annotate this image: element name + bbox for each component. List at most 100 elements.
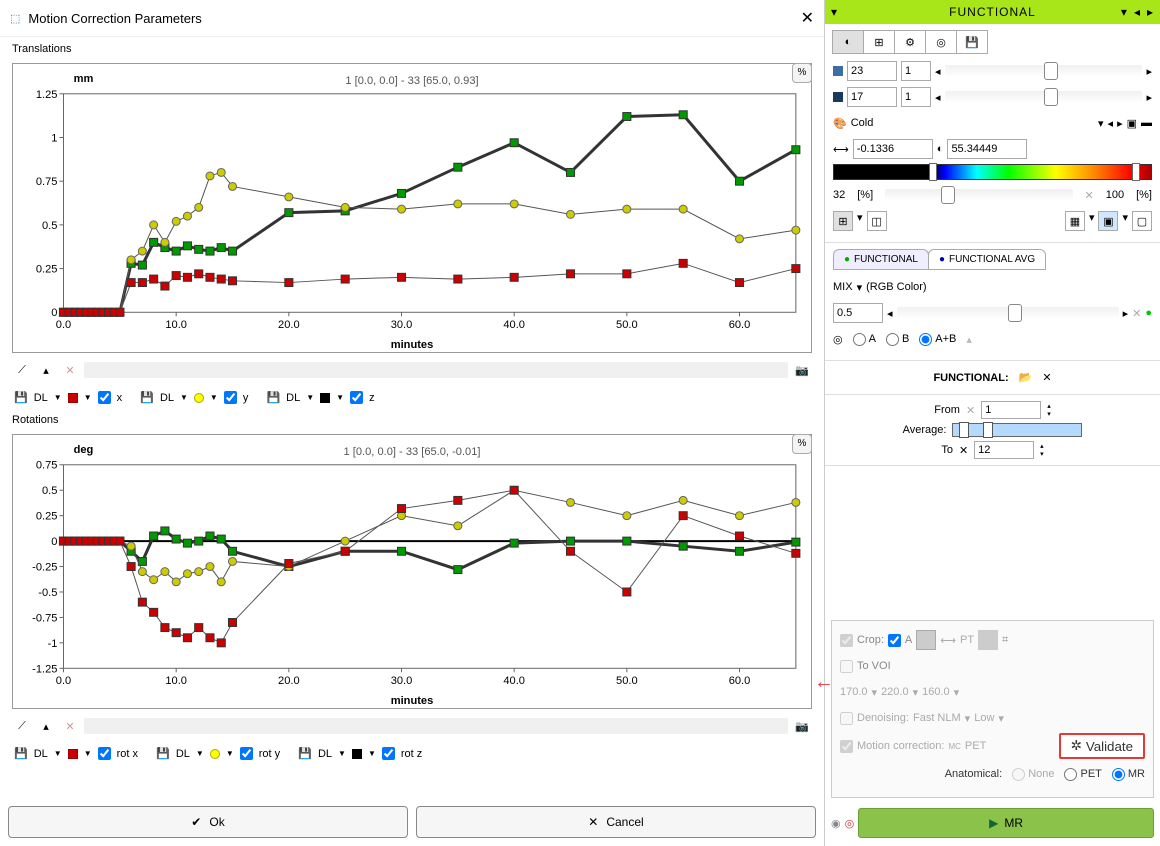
val1-input[interactable] <box>847 61 897 81</box>
remove-icon[interactable]: ✕ <box>60 716 80 736</box>
x-icon[interactable]: ✕ <box>1132 307 1141 320</box>
dropdown-icon[interactable]: ▼ <box>210 393 218 402</box>
y-checkbox[interactable] <box>224 391 237 404</box>
up-icon[interactable]: ▴ <box>36 716 56 736</box>
mix-slider[interactable] <box>897 307 1119 319</box>
prev-icon[interactable]: ◂ <box>1134 5 1141 19</box>
dropdown-icon[interactable]: ▼ <box>54 393 62 402</box>
camera-icon[interactable]: 📷 <box>792 716 812 736</box>
camera-icon[interactable]: 📷 <box>792 360 812 380</box>
down-icon[interactable]: ▾ <box>1098 117 1104 130</box>
radio-none[interactable]: None <box>1012 768 1054 781</box>
remove-icon[interactable]: ✕ <box>60 360 80 380</box>
folder-icon[interactable]: 📂 <box>1019 371 1033 384</box>
radio-pet[interactable]: PET <box>1064 768 1101 781</box>
prev-icon[interactable]: ◂ <box>935 91 941 104</box>
cancel-button[interactable]: ✕Cancel <box>416 806 816 838</box>
dropdown-icon[interactable]: ▼ <box>338 749 346 758</box>
dropdown-icon[interactable]: ▼ <box>368 749 376 758</box>
up-icon[interactable]: ▴ <box>1040 442 1044 450</box>
x-icon[interactable]: ✕ <box>1085 189 1094 202</box>
tab-grid-icon[interactable]: ⊞ <box>863 30 895 54</box>
next-icon[interactable]: ▸ <box>1146 65 1152 78</box>
mr-button[interactable]: ▶ MR <box>858 808 1154 838</box>
down-icon[interactable]: ▾ <box>998 712 1004 725</box>
radio-b[interactable]: B <box>886 333 909 346</box>
prev-icon[interactable]: ◂ <box>1108 117 1114 130</box>
a-checkbox[interactable] <box>888 634 901 647</box>
dropdown-icon[interactable]: ▼ <box>306 393 314 402</box>
val2b-input[interactable] <box>901 87 931 107</box>
next-icon[interactable]: ▸ <box>1146 91 1152 104</box>
slider-2[interactable] <box>945 91 1143 103</box>
close-icon[interactable]: ✕ <box>1042 371 1051 384</box>
down-icon[interactable]: ▾ <box>857 211 863 231</box>
roty-checkbox[interactable] <box>240 747 253 760</box>
validate-button[interactable]: ✲Validate <box>1059 733 1145 759</box>
down-icon[interactable]: ▾ <box>872 686 878 699</box>
dropdown-icon[interactable]: ▼ <box>226 749 234 758</box>
dropdown-icon[interactable]: ▼ <box>196 749 204 758</box>
dropdown-icon[interactable]: ▼ <box>336 393 344 402</box>
radio-a[interactable]: A <box>853 333 876 346</box>
box2-icon[interactable] <box>978 630 998 650</box>
translations-chart[interactable]: 00.250.50.7511.250.010.020.030.040.050.0… <box>12 63 812 353</box>
next-icon[interactable]: ▸ <box>1147 5 1154 19</box>
box-icon[interactable] <box>916 630 936 650</box>
save-icon[interactable]: 💾 <box>298 747 312 760</box>
line-tool-icon[interactable]: ⟋ <box>12 716 32 736</box>
mix-input[interactable] <box>833 303 883 323</box>
next-icon[interactable]: ▸ <box>1123 307 1129 320</box>
pct-button-1[interactable]: % <box>792 63 812 83</box>
down-icon[interactable]: ▾ <box>1089 211 1095 231</box>
close-icon[interactable]: ✕ <box>801 8 814 28</box>
radio-mr[interactable]: MR <box>1112 768 1145 781</box>
line-tool-icon[interactable]: ⟋ <box>12 360 32 380</box>
down-icon[interactable]: ▾ <box>913 686 919 699</box>
dropdown-icon[interactable]: ▼ <box>54 749 62 758</box>
link-icon[interactable]: ⟷ <box>940 634 956 647</box>
val1b-input[interactable] <box>901 61 931 81</box>
to-input[interactable] <box>974 441 1034 459</box>
down-icon[interactable]: ▾ <box>1122 211 1128 231</box>
tab-functional-avg[interactable]: ●FUNCTIONAL AVG <box>928 249 1046 270</box>
square-icon[interactable]: ▣ <box>1127 117 1137 130</box>
x-icon[interactable]: ✕ <box>966 404 975 417</box>
tab-target-icon[interactable]: ◎ <box>925 30 957 54</box>
target2-icon[interactable]: ◎ <box>845 817 855 830</box>
toggle-icon[interactable]: ◫ <box>867 211 887 231</box>
down-icon[interactable]: ▾ <box>857 281 863 294</box>
crop-tool-icon[interactable]: ⌗ <box>1002 634 1008 647</box>
prev-icon[interactable]: ◂ <box>935 65 941 78</box>
circle-icon[interactable]: ◉ <box>831 817 841 830</box>
dropdown-icon[interactable]: ▼ <box>84 393 92 402</box>
up-icon[interactable]: ▴ <box>36 360 56 380</box>
val2-input[interactable] <box>847 87 897 107</box>
x-icon[interactable]: ✕ <box>959 444 968 457</box>
radio-ab[interactable]: A+B <box>919 333 956 346</box>
rotz-checkbox[interactable] <box>382 747 395 760</box>
save-icon[interactable]: 💾 <box>140 391 154 404</box>
slider-1[interactable] <box>945 65 1143 77</box>
up-icon[interactable]: ▴ <box>966 333 972 346</box>
color-bar[interactable] <box>833 164 1152 180</box>
dropdown-icon[interactable]: ▼ <box>84 749 92 758</box>
save-icon[interactable]: 💾 <box>156 747 170 760</box>
next-icon[interactable]: ▸ <box>1117 117 1123 130</box>
down-icon[interactable]: ▾ <box>1047 410 1051 418</box>
down-icon[interactable]: ▾ <box>1040 450 1044 458</box>
pct-button-2[interactable]: % <box>792 434 812 454</box>
layout-icon[interactable]: ▦ <box>1065 211 1085 231</box>
pct-slider[interactable] <box>885 189 1072 201</box>
rotations-chart[interactable]: -1.25-1-0.75-0.5-0.2500.250.50.750.010.0… <box>12 434 812 709</box>
tab-functional[interactable]: ●FUNCTIONAL <box>833 249 929 270</box>
save-icon[interactable]: 💾 <box>266 391 280 404</box>
minus-icon[interactable]: ▬ <box>1141 117 1152 129</box>
tab-save-icon[interactable]: 💾 <box>956 30 988 54</box>
z-checkbox[interactable] <box>350 391 363 404</box>
tab-contrast-icon[interactable]: ◐ <box>832 30 864 54</box>
save-icon[interactable]: 💾 <box>14 391 28 404</box>
from-input[interactable] <box>981 401 1041 419</box>
hi-input[interactable] <box>947 139 1027 159</box>
save-icon[interactable]: 💾 <box>14 747 28 760</box>
